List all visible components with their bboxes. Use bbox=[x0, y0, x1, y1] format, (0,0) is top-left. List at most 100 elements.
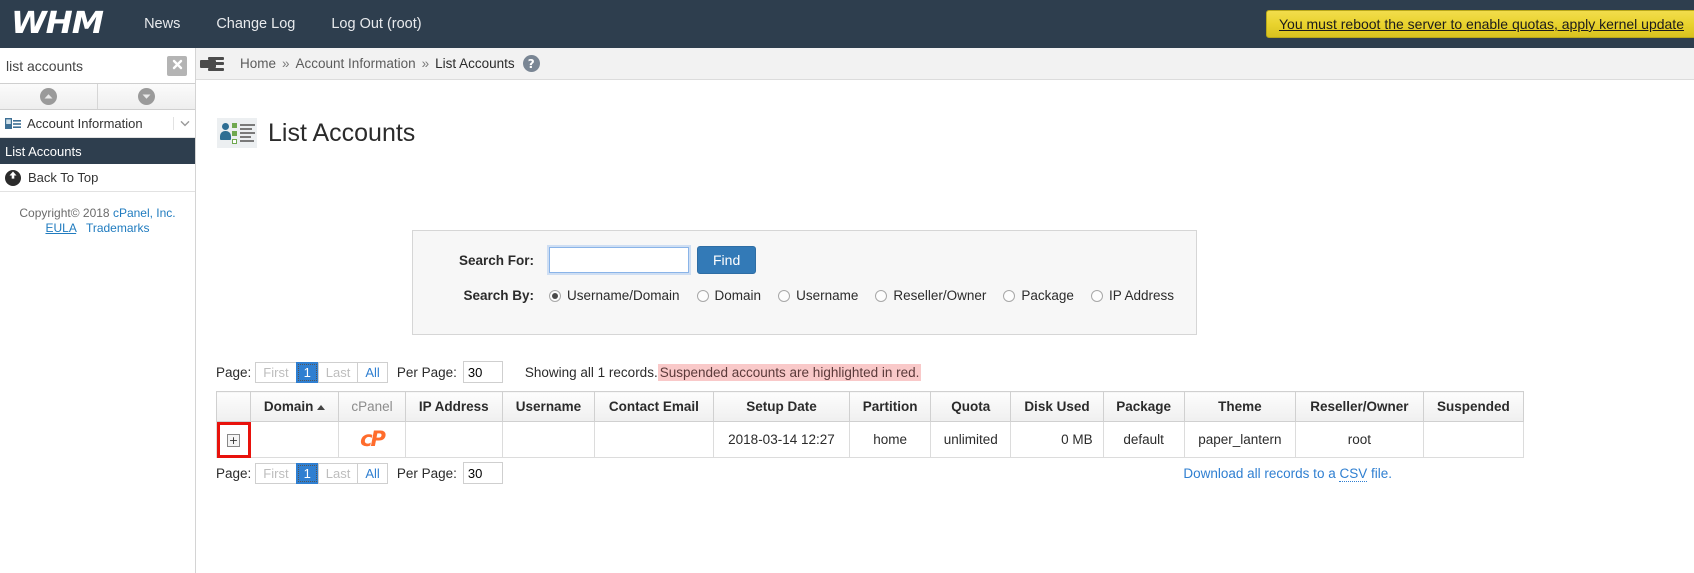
list-accounts-icon bbox=[217, 118, 257, 149]
sidebar-search-container bbox=[0, 48, 195, 84]
redacted-value bbox=[605, 433, 703, 446]
sidebar-toggle-icon[interactable] bbox=[200, 55, 226, 73]
cpanel-company-link[interactable]: cPanel, Inc. bbox=[113, 206, 176, 220]
page-first-button[interactable]: First bbox=[255, 361, 297, 383]
nav-change-log[interactable]: Change Log bbox=[198, 16, 313, 32]
chevron-up-icon bbox=[40, 88, 57, 105]
radio-label: Username bbox=[796, 288, 859, 303]
radio-username[interactable]: Username bbox=[778, 288, 858, 303]
radio-username-domain[interactable]: Username/Domain bbox=[549, 288, 680, 303]
page-last-button[interactable]: Last bbox=[317, 361, 359, 383]
radio-label: IP Address bbox=[1108, 288, 1174, 303]
col-contact-email[interactable]: Contact Email bbox=[594, 391, 714, 422]
page-all-button[interactable]: All bbox=[357, 361, 388, 383]
sidebar-item-label: List Accounts bbox=[5, 143, 82, 159]
cell-theme: paper_lantern bbox=[1183, 421, 1297, 458]
per-page-input[interactable] bbox=[462, 462, 503, 484]
col-cpanel[interactable]: cPanel bbox=[338, 391, 406, 422]
search-for-label: Search For: bbox=[458, 252, 534, 268]
sidebar-item-list-accounts[interactable]: List Accounts bbox=[0, 138, 195, 164]
radio-ip-address[interactable]: IP Address bbox=[1090, 288, 1174, 303]
page-number-button[interactable]: 1 bbox=[295, 361, 319, 383]
radio-reseller-owner[interactable]: Reseller/Owner bbox=[875, 288, 986, 303]
nav-news[interactable]: News bbox=[126, 16, 198, 32]
page-label: Page: bbox=[216, 364, 252, 380]
group-collapse-chevron-icon[interactable] bbox=[173, 117, 195, 130]
sidebar-copyright: Copyright© 2018 cPanel, Inc. EULA Tradem… bbox=[0, 192, 195, 236]
page-all-button[interactable]: All bbox=[357, 462, 388, 484]
col-partition[interactable]: Partition bbox=[849, 391, 932, 422]
scroll-down-button[interactable] bbox=[98, 84, 195, 109]
arrow-up-icon bbox=[5, 169, 21, 186]
account-information-icon bbox=[5, 117, 21, 130]
trademarks-link[interactable]: Trademarks bbox=[86, 221, 150, 235]
radio-label: Domain bbox=[714, 288, 762, 303]
top-navigation: News Change Log Log Out (root) bbox=[126, 16, 440, 32]
sidebar-scroll-controls bbox=[0, 84, 195, 110]
clear-search-icon[interactable] bbox=[167, 56, 187, 76]
col-username[interactable]: Username bbox=[501, 391, 596, 422]
breadcrumb-account-information[interactable]: Account Information bbox=[296, 56, 416, 71]
page-title: List Accounts bbox=[268, 118, 416, 147]
breadcrumb-home[interactable]: Home bbox=[240, 56, 276, 71]
col-disk-used[interactable]: Disk Used bbox=[1010, 391, 1104, 422]
col-ip-address[interactable]: IP Address bbox=[404, 391, 503, 422]
search-by-label: Search By: bbox=[463, 288, 534, 303]
cell-reseller-owner: root bbox=[1295, 421, 1424, 458]
col-package[interactable]: Package bbox=[1102, 391, 1185, 422]
pagination-top: Page: First 1 Last All Per Page: Showing… bbox=[216, 361, 922, 383]
table-header-row: Domain cPanel IP Address Username Contac… bbox=[216, 391, 1525, 422]
download-csv-link[interactable]: Download all records to a CSV file. bbox=[1183, 465, 1392, 482]
csv-text-after: file. bbox=[1367, 465, 1392, 481]
chevron-down-icon bbox=[138, 88, 155, 105]
per-page-input[interactable] bbox=[462, 361, 503, 383]
cell-partition: home bbox=[849, 421, 932, 458]
col-suspended[interactable]: Suspended bbox=[1422, 391, 1525, 422]
breadcrumb: Home » Account Information » List Accoun… bbox=[196, 48, 1694, 80]
help-icon[interactable]: ? bbox=[522, 55, 540, 72]
find-button[interactable]: Find bbox=[697, 246, 757, 274]
cell-contact-email bbox=[594, 421, 714, 458]
radio-dot-icon bbox=[1003, 289, 1016, 302]
reboot-warning-link[interactable]: You must reboot the server to enable quo… bbox=[1279, 16, 1684, 32]
scroll-up-button[interactable] bbox=[0, 84, 98, 109]
radio-label: Reseller/Owner bbox=[893, 288, 987, 303]
search-panel: Search For: Find Search By: Username/Dom… bbox=[412, 230, 1197, 335]
eula-link[interactable]: EULA bbox=[45, 221, 76, 235]
person-icon bbox=[220, 123, 231, 143]
expand-row-button[interactable]: + bbox=[227, 434, 240, 447]
cpanel-logo-icon[interactable]: cP bbox=[360, 427, 386, 451]
col-expander bbox=[216, 391, 251, 422]
radio-package[interactable]: Package bbox=[1003, 288, 1074, 303]
radio-dot-icon bbox=[1090, 289, 1103, 302]
cell-package: default bbox=[1102, 421, 1185, 458]
page-number-button[interactable]: 1 bbox=[295, 462, 319, 484]
sidebar-search-input[interactable] bbox=[0, 48, 160, 83]
col-domain[interactable]: Domain bbox=[249, 391, 340, 422]
page-last-button[interactable]: Last bbox=[317, 462, 359, 484]
pagination-bottom: Page: First 1 Last All Per Page: bbox=[216, 462, 503, 484]
radio-dot-icon bbox=[778, 289, 791, 302]
suspended-note: Suspended accounts are highlighted in re… bbox=[657, 363, 922, 381]
col-theme[interactable]: Theme bbox=[1183, 391, 1297, 422]
radio-domain[interactable]: Domain bbox=[696, 288, 762, 303]
col-reseller-owner[interactable]: Reseller/Owner bbox=[1295, 391, 1424, 422]
col-quota[interactable]: Quota bbox=[930, 391, 1012, 422]
nav-log-out[interactable]: Log Out (root) bbox=[313, 16, 439, 32]
radio-label: Package bbox=[1021, 288, 1074, 303]
checklist-icon bbox=[232, 122, 255, 145]
table-row: + cP 2018-03-14 12:27 home unlimited 0 M… bbox=[216, 421, 1525, 458]
cell-cpanel[interactable]: cP bbox=[338, 421, 406, 458]
reboot-warning-banner[interactable]: You must reboot the server to enable quo… bbox=[1266, 10, 1694, 38]
toggle-arrow-icon bbox=[200, 59, 216, 68]
search-for-input[interactable] bbox=[547, 245, 691, 275]
csv-abbr: CSV bbox=[1339, 465, 1368, 482]
row-expand-cell[interactable]: + bbox=[216, 421, 251, 458]
cell-username bbox=[501, 421, 596, 458]
page-first-button[interactable]: First bbox=[255, 462, 297, 484]
col-setup-date[interactable]: Setup Date bbox=[712, 391, 851, 422]
sidebar-item-back-to-top[interactable]: Back To Top bbox=[0, 164, 195, 192]
per-page-label: Per Page: bbox=[396, 465, 457, 481]
sidebar-group-account-information[interactable]: Account Information bbox=[0, 110, 195, 138]
radio-dot-icon bbox=[696, 289, 709, 302]
